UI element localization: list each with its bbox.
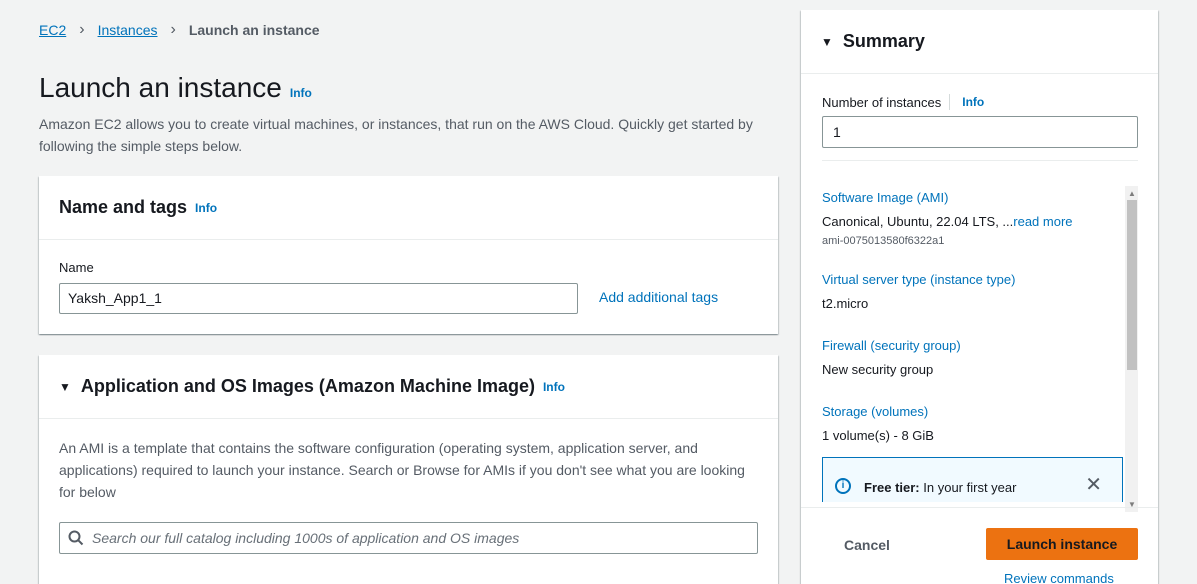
- storage-value: 1 volume(s) - 8 GiB: [822, 428, 934, 443]
- free-tier-alert: i Free tier: In your first year ✕: [822, 457, 1123, 502]
- summary-scrollbar[interactable]: ▲ ▼: [1125, 186, 1138, 512]
- add-additional-tags-link[interactable]: Add additional tags: [599, 289, 718, 305]
- ami-id: ami-0075013580f6322a1: [822, 235, 945, 247]
- name-and-tags-body: Name Yaksh_App1_1 Add additional tags: [39, 240, 778, 334]
- chevron-right-icon: ›: [79, 21, 85, 38]
- caret-down-icon[interactable]: ▼: [59, 380, 71, 394]
- ami-header[interactable]: ▼ Application and OS Images (Amazon Mach…: [39, 355, 778, 419]
- page-header: Launch an instance Info: [39, 72, 312, 104]
- ami-body: An AMI is a template that contains the s…: [39, 419, 778, 572]
- ami-panel: ▼ Application and OS Images (Amazon Mach…: [39, 355, 778, 584]
- number-of-instances-info-link[interactable]: Info: [962, 95, 984, 109]
- scrollbar-thumb[interactable]: [1127, 200, 1137, 370]
- ami-info-link[interactable]: Info: [543, 380, 565, 394]
- name-and-tags-title: Name and tags: [59, 197, 188, 217]
- info-icon: i: [835, 478, 851, 494]
- name-and-tags-panel: Name and tags Info Name Yaksh_App1_1 Add…: [39, 176, 778, 334]
- number-of-instances-input[interactable]: 1: [822, 116, 1138, 148]
- firewall-link[interactable]: Firewall (security group): [822, 338, 961, 353]
- name-field-label: Name: [59, 260, 94, 275]
- summary-item-storage: Storage (volumes) 1 volume(s) - 8 GiB: [822, 404, 934, 443]
- free-tier-body: In your first year: [923, 480, 1017, 495]
- close-icon[interactable]: ✕: [1085, 475, 1102, 495]
- page-title: Launch an instance: [39, 72, 282, 103]
- divider: [801, 507, 1158, 508]
- software-image-value: Canonical, Ubuntu, 22.04 LTS, ...read mo…: [822, 214, 1073, 229]
- instance-type-value: t2.micro: [822, 296, 869, 311]
- free-tier-text: Free tier: In your first year: [864, 480, 1016, 495]
- number-of-instances-label-row: Number of instances Info: [822, 94, 984, 110]
- page-info-link[interactable]: Info: [290, 86, 312, 100]
- summary-title: Summary: [842, 31, 925, 51]
- ami-search-input[interactable]: Search our full catalog including 1000s …: [59, 522, 758, 554]
- instance-type-link[interactable]: Virtual server type (instance type): [822, 272, 1015, 287]
- page-description: Amazon EC2 allows you to create virtual …: [39, 116, 753, 154]
- breadcrumb-instances-link[interactable]: Instances: [98, 22, 158, 38]
- ami-title: Application and OS Images (Amazon Machin…: [80, 376, 535, 396]
- storage-link[interactable]: Storage (volumes): [822, 404, 934, 419]
- free-tier-title: Free tier:: [864, 480, 920, 495]
- chevron-right-icon: ›: [170, 21, 176, 38]
- launch-instance-button[interactable]: Launch instance: [986, 528, 1138, 560]
- search-icon: [68, 530, 84, 546]
- breadcrumb: EC2 › Instances › Launch an instance: [39, 21, 320, 39]
- ami-search-placeholder: Search our full catalog including 1000s …: [92, 530, 520, 546]
- name-and-tags-header: Name and tags Info: [39, 176, 778, 240]
- name-input[interactable]: Yaksh_App1_1: [59, 283, 578, 314]
- summary-panel: ▼ Summary Number of instances Info 1 Sof…: [801, 10, 1158, 584]
- number-of-instances-label: Number of instances: [822, 94, 942, 110]
- caret-down-icon[interactable]: ▼: [821, 35, 833, 49]
- divider: [949, 94, 951, 110]
- summary-item-ami: Software Image (AMI) Canonical, Ubuntu, …: [822, 190, 1073, 247]
- software-image-value-text: Canonical, Ubuntu, 22.04 LTS, ...: [822, 214, 1014, 229]
- scroll-up-arrow-icon[interactable]: ▲: [1128, 189, 1136, 198]
- review-commands-link[interactable]: Review commands: [1004, 571, 1114, 584]
- ami-description: An AMI is a template that contains the s…: [59, 440, 745, 500]
- read-more-link[interactable]: read more: [1013, 214, 1072, 229]
- divider: [822, 160, 1138, 161]
- summary-item-firewall: Firewall (security group) New security g…: [822, 338, 961, 377]
- summary-scroll-area[interactable]: Software Image (AMI) Canonical, Ubuntu, …: [822, 176, 1138, 502]
- cancel-button[interactable]: Cancel: [844, 537, 890, 553]
- name-and-tags-info-link[interactable]: Info: [195, 201, 217, 215]
- breadcrumb-current: Launch an instance: [188, 22, 320, 38]
- summary-item-instance-type: Virtual server type (instance type) t2.m…: [822, 272, 1015, 311]
- software-image-link[interactable]: Software Image (AMI): [822, 190, 1073, 205]
- breadcrumb-ec2-link[interactable]: EC2: [39, 22, 66, 38]
- firewall-value: New security group: [822, 362, 934, 377]
- summary-header[interactable]: ▼ Summary: [801, 10, 1158, 74]
